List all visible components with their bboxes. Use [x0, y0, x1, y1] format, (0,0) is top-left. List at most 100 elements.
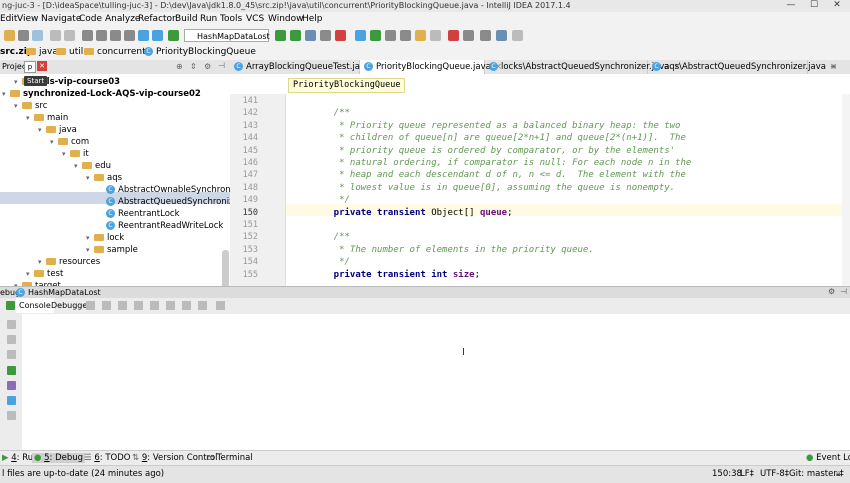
stop-icon[interactable] — [335, 30, 346, 41]
back-icon[interactable] — [138, 30, 149, 41]
code-editor[interactable]: PriorityBlockingQueue 141 142 143 144 145 146… — [230, 74, 850, 286]
menu-run[interactable]: Run — [200, 14, 217, 24]
chevron-down-icon[interactable]: ▾ — [86, 232, 94, 244]
crumb-util[interactable]: util — [56, 47, 83, 57]
layout-icon[interactable] — [216, 301, 225, 310]
project-structure-icon[interactable] — [400, 30, 411, 41]
vcs-commit-icon[interactable] — [370, 30, 381, 41]
crumb-priorityblockingqueue[interactable]: C PriorityBlockingQueue — [144, 47, 256, 57]
tree-folder-item[interactable]: ▾ resources — [38, 256, 100, 268]
sync-icon[interactable] — [32, 30, 43, 41]
settings-icon[interactable] — [385, 30, 396, 41]
tree-folder-item[interactable]: ▾ java — [38, 124, 77, 136]
minimize-button[interactable]: — — [780, 0, 802, 12]
sdk-icon[interactable] — [415, 30, 426, 41]
tab-priorityblockingqueue[interactable]: C PriorityBlockingQueue.java × — [360, 60, 502, 74]
chevron-down-icon[interactable]: ▾ — [62, 148, 70, 160]
tree-folder-item[interactable]: ▾ main — [26, 112, 68, 124]
event-log-button[interactable]: ● Event Log — [806, 453, 850, 463]
terminal-icon[interactable] — [463, 30, 474, 41]
caret-position[interactable]: 150:38 — [712, 469, 742, 479]
editor-scrollbar[interactable] — [842, 94, 850, 286]
tree-folder-item[interactable]: ▾ synchronized-Lock-AQS-vip-course02 — [2, 88, 201, 100]
show-execution-point-icon[interactable] — [86, 301, 95, 310]
file-encoding[interactable]: UTF-8‡ — [760, 469, 789, 479]
tab-locks-abstractqueuedsynchronizer[interactable]: Clocks\AbstractQueuedSynchronizer.java × — [485, 60, 681, 74]
chevron-down-icon[interactable]: ▾ — [14, 76, 22, 88]
project-header-label[interactable]: Projec — [2, 62, 26, 71]
lock-icon[interactable]: 🔒︎ — [836, 469, 841, 479]
profile-icon[interactable] — [320, 30, 331, 41]
maximize-button[interactable]: ☐ — [803, 0, 825, 12]
menu-code[interactable]: Code — [79, 14, 102, 24]
scroll-from-source-icon[interactable]: ⊕ — [176, 62, 183, 71]
step-out-icon[interactable] — [150, 301, 159, 310]
tree-class-item[interactable]: C ReentrantReadWriteLock — [98, 220, 223, 232]
menu-build[interactable]: Build — [175, 14, 198, 24]
run-icon[interactable] — [275, 30, 286, 41]
collapse-all-icon[interactable]: ⇕ — [190, 62, 197, 71]
drop-frame-icon[interactable] — [166, 301, 175, 310]
find-icon[interactable] — [124, 30, 135, 41]
menu-navigate[interactable]: Navigate — [41, 14, 81, 24]
pause-icon[interactable] — [7, 335, 16, 344]
tree-folder-item[interactable]: ▾ it — [62, 148, 89, 160]
run-configuration-select[interactable]: HashMapDataLost — [184, 29, 270, 42]
tab-list-icon[interactable]: ≡ — [830, 62, 837, 71]
toolwindow-version-control[interactable]: ⇅ 9: Version Control — [132, 453, 218, 463]
line-separator[interactable]: LF‡ — [740, 469, 754, 479]
rerun-icon[interactable] — [6, 301, 15, 310]
menu-tools[interactable]: Tools — [220, 14, 242, 24]
copy-icon[interactable] — [96, 30, 107, 41]
tab-arrayblockingqueuetest[interactable]: CArrayBlockingQueueTest.java× — [230, 60, 381, 74]
toolwindow-todo[interactable]: ☰ 6: TODO — [84, 453, 130, 463]
force-step-into-icon[interactable] — [134, 301, 143, 310]
menu-view[interactable]: View — [17, 14, 38, 24]
project-view-tab[interactable]: p — [24, 61, 36, 73]
evaluate-icon[interactable] — [198, 301, 207, 310]
menu-help[interactable]: Help — [302, 14, 323, 24]
tree-scrollbar[interactable] — [222, 250, 229, 286]
chevron-down-icon[interactable]: ▾ — [38, 124, 46, 136]
chevron-down-icon[interactable]: ▾ — [50, 136, 58, 148]
menu-vcs[interactable]: VCS — [246, 14, 264, 24]
console-output[interactable]: I — [22, 314, 850, 450]
chevron-down-icon[interactable]: ▾ — [2, 88, 10, 100]
chevron-down-icon[interactable]: ▾ — [26, 268, 34, 280]
chevron-down-icon[interactable]: ▾ — [38, 256, 46, 268]
chevron-down-icon[interactable]: ▾ — [86, 172, 94, 184]
tasks-icon[interactable] — [430, 30, 441, 41]
chevron-down-icon[interactable]: ▾ — [74, 160, 82, 172]
tree-folder-item[interactable]: ▾ com — [50, 136, 89, 148]
tree-folder-item[interactable]: ▾ src — [14, 100, 47, 112]
open-folder-icon[interactable] — [4, 30, 15, 41]
gear-icon[interactable]: ⚙ — [204, 62, 211, 71]
save-all-icon[interactable] — [18, 30, 29, 41]
build-icon[interactable] — [168, 30, 179, 41]
close-icon[interactable]: ✕ — [37, 61, 47, 71]
crumb-concurrent[interactable]: concurrent — [84, 47, 146, 57]
forward-icon[interactable] — [152, 30, 163, 41]
paste-icon[interactable] — [110, 30, 121, 41]
trash-icon[interactable] — [7, 411, 16, 420]
step-into-icon[interactable] — [118, 301, 127, 310]
tree-folder-item[interactable]: ▾ test — [26, 268, 63, 280]
menu-analyze[interactable]: Analyze — [105, 14, 140, 24]
tab-aqs-abstractqueuedsynchronizer[interactable]: Caqs\AbstractQueuedSynchronizer.java × — [648, 60, 837, 74]
undo-icon[interactable] — [50, 30, 61, 41]
find-action-icon[interactable] — [480, 30, 491, 41]
vcs-update-icon[interactable] — [355, 30, 366, 41]
menu-window[interactable]: Window — [268, 14, 304, 24]
toolwindow-debug[interactable]: ● 5: Debug — [32, 453, 86, 463]
debug-icon[interactable] — [290, 30, 301, 41]
hide-icon[interactable]: ⊣ — [218, 61, 225, 70]
tree-folder-item[interactable]: ▾ edu — [74, 160, 111, 172]
gear-icon[interactable]: ⚙ — [828, 287, 835, 296]
hide-icon[interactable]: ⊣ — [840, 287, 847, 296]
menu-refactor[interactable]: Refactor — [138, 14, 176, 24]
tree-class-item[interactable]: C AbstractQueuedSynchronizer — [98, 196, 230, 208]
debug-session-tab[interactable]: C HashMapDataLost — [16, 288, 101, 297]
menu-edit[interactable]: Edit — [0, 14, 17, 24]
run-to-cursor-icon[interactable] — [182, 301, 191, 310]
toolwindow-terminal[interactable]: ▭ Terminal — [206, 453, 253, 463]
